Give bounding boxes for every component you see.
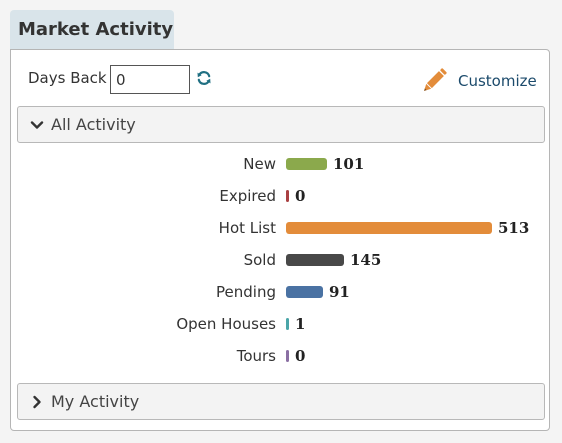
customize-button[interactable]: Customize [420, 66, 537, 96]
activity-label-new: New [243, 155, 276, 173]
my-activity-header[interactable]: My Activity [17, 383, 545, 420]
activity-row-sold[interactable]: Sold 145 [11, 250, 549, 270]
activity-value-new: 101 [333, 155, 365, 173]
activity-value-tours: 0 [295, 347, 306, 365]
days-back-label: Days Back [28, 69, 107, 87]
refresh-icon[interactable] [196, 70, 212, 86]
my-activity-label: My Activity [51, 392, 140, 411]
all-activity-header[interactable]: All Activity [17, 106, 545, 143]
activity-row-expired[interactable]: Expired 0 [11, 186, 549, 206]
activity-value-open-houses: 1 [295, 315, 306, 333]
activity-bar-open-houses[interactable] [286, 318, 289, 330]
market-activity-panel: Days Back Customize All Activity New 101 E… [10, 49, 550, 431]
activity-value-hot-list: 513 [498, 219, 530, 237]
pencil-icon [424, 68, 447, 91]
activity-label-pending: Pending [216, 283, 276, 301]
activity-row-new[interactable]: New 101 [11, 154, 549, 174]
activity-label-expired: Expired [219, 187, 276, 205]
activity-label-hot-list: Hot List [218, 219, 276, 237]
market-activity-tab: Market Activity [10, 10, 174, 49]
activity-row-tours[interactable]: Tours 0 [11, 346, 549, 366]
activity-row-open-houses[interactable]: Open Houses 1 [11, 314, 549, 334]
customize-label: Customize [458, 72, 537, 90]
activity-label-tours: Tours [236, 347, 276, 365]
chevron-right-icon [33, 395, 41, 408]
activity-row-hot-list[interactable]: Hot List 513 [11, 218, 549, 238]
activity-value-pending: 91 [329, 283, 350, 301]
activity-label-open-houses: Open Houses [176, 315, 276, 333]
activity-row-pending[interactable]: Pending 91 [11, 282, 549, 302]
all-activity-label: All Activity [51, 115, 136, 134]
days-back-input[interactable] [110, 65, 190, 94]
chevron-down-icon [30, 120, 44, 129]
activity-bar-tours[interactable] [286, 350, 289, 362]
activity-value-sold: 145 [350, 251, 382, 269]
activity-bar-sold[interactable] [286, 254, 344, 266]
activity-value-expired: 0 [295, 187, 306, 205]
activity-label-sold: Sold [243, 251, 276, 269]
activity-bar-expired[interactable] [286, 190, 289, 202]
activity-bar-hot-list[interactable] [286, 222, 492, 234]
activity-bar-pending[interactable] [286, 286, 323, 298]
activity-bar-new[interactable] [286, 158, 327, 170]
